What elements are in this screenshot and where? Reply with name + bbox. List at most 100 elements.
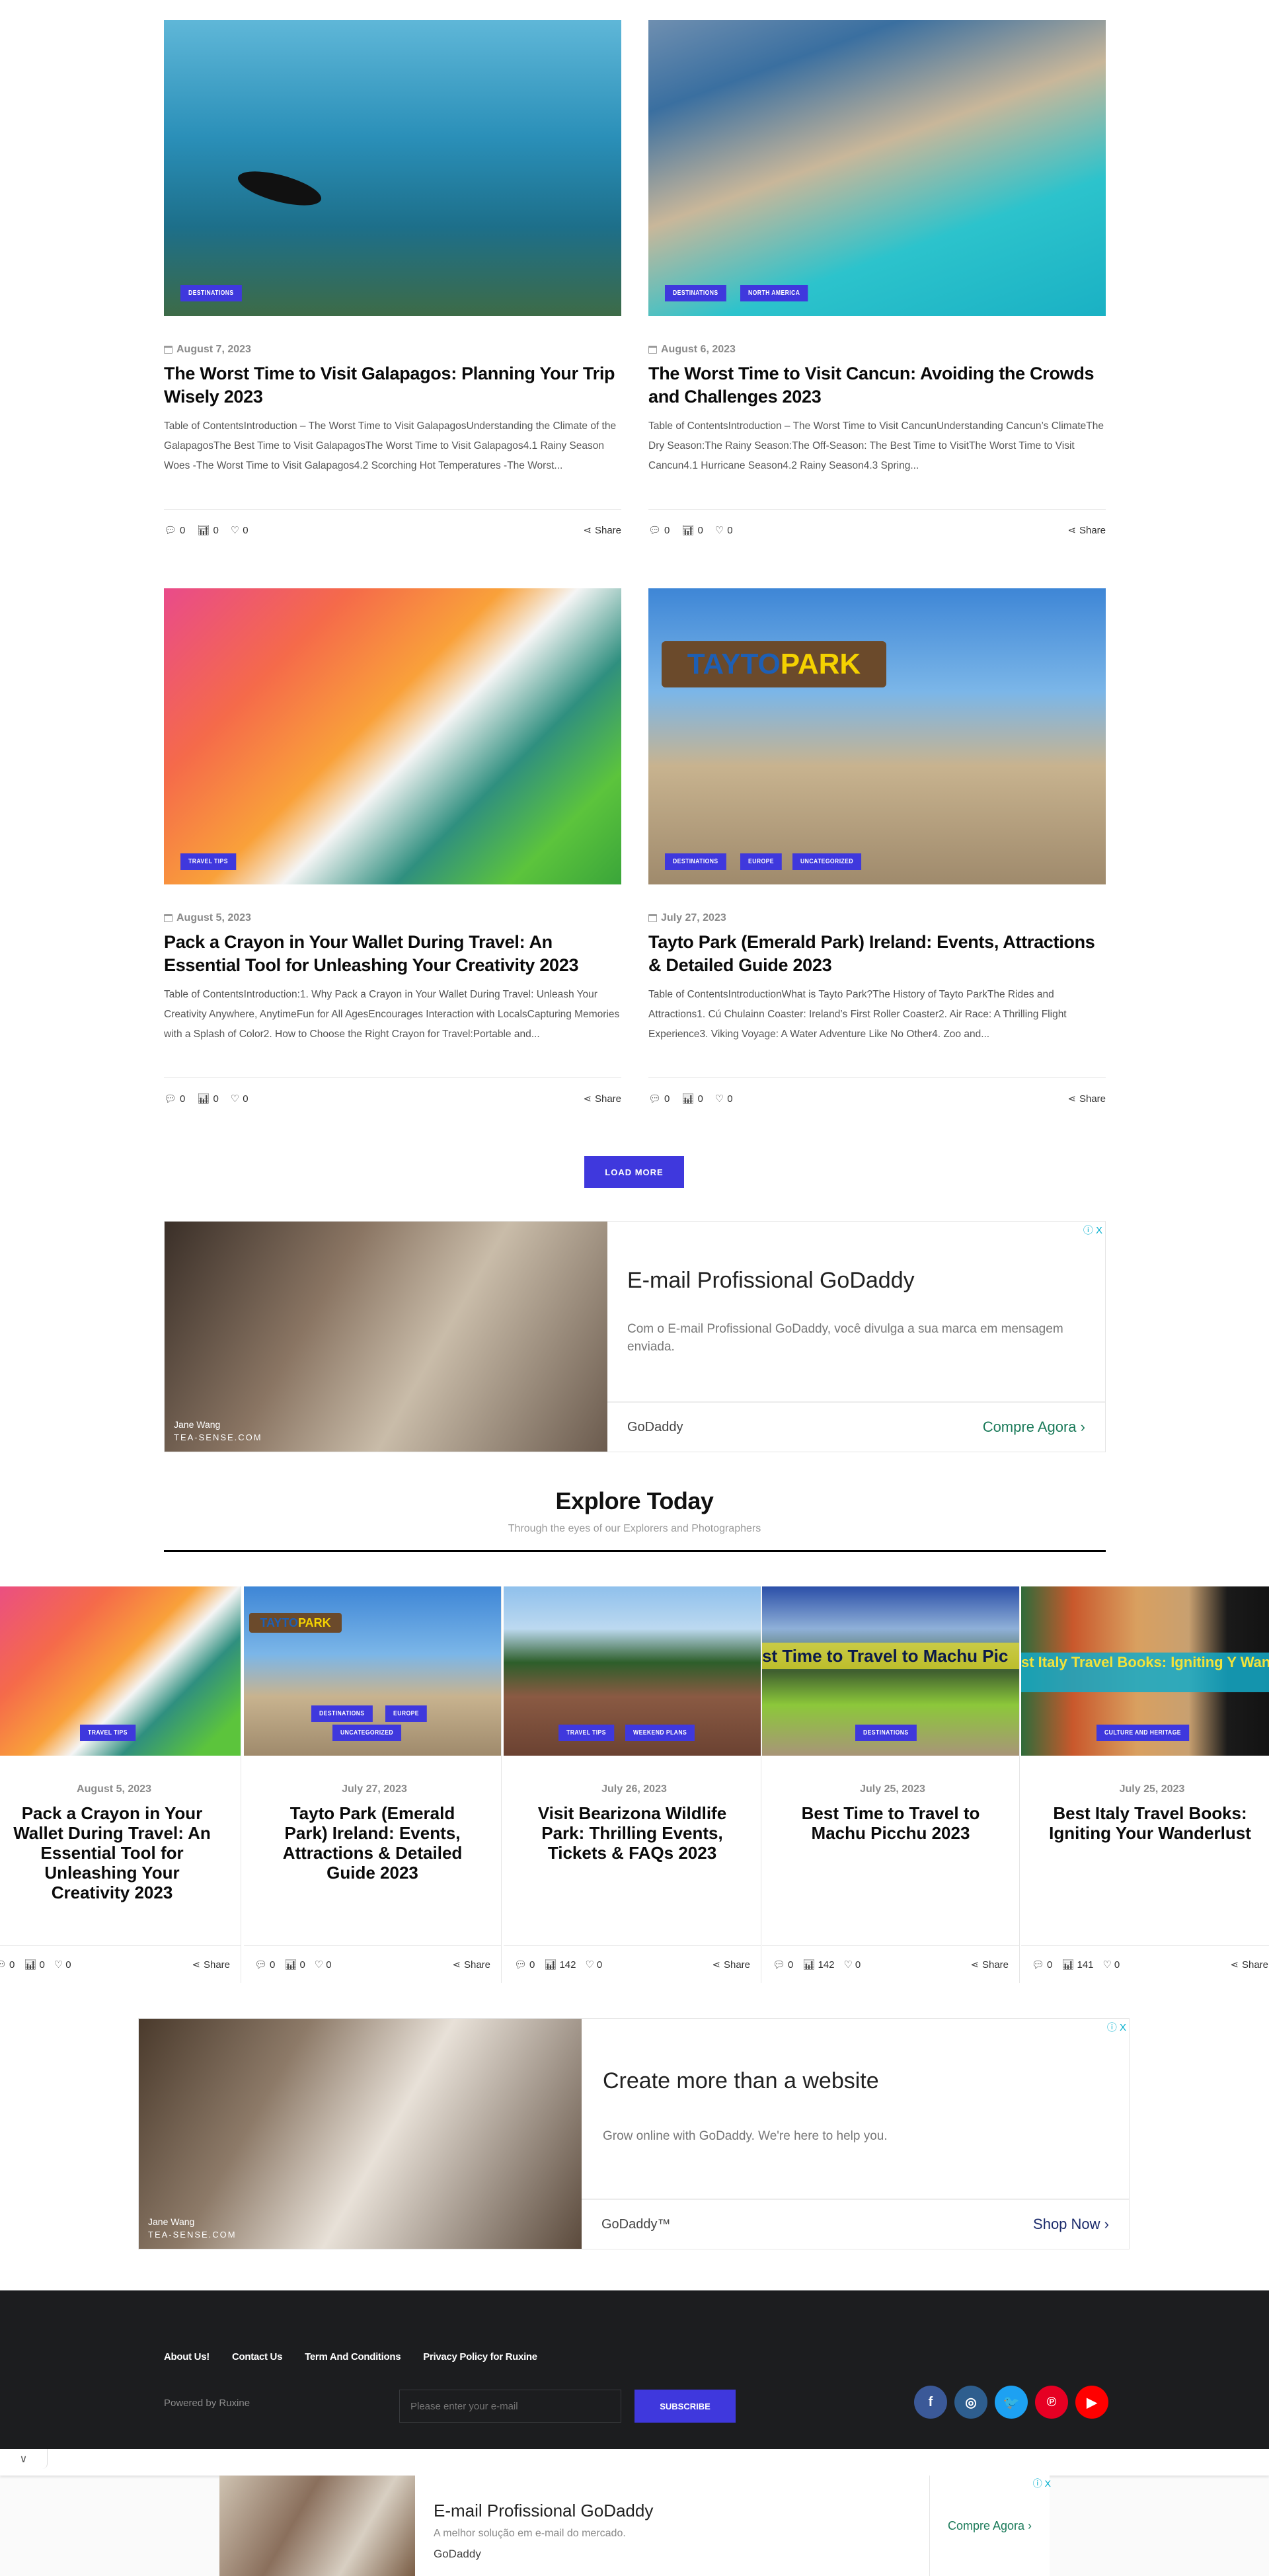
- post-thumbnail[interactable]: Destinations North America: [648, 20, 1106, 316]
- facebook-icon[interactable]: f: [914, 2386, 947, 2419]
- footer-link-contact[interactable]: Contact Us: [232, 2351, 282, 2362]
- footer-link-terms[interactable]: Term And Conditions: [305, 2351, 401, 2362]
- comments-count[interactable]: 💬︎ 0: [0, 1959, 15, 1971]
- footer-link-about[interactable]: About Us!: [164, 2351, 210, 2362]
- share-button[interactable]: ⋖ Share: [1067, 524, 1106, 537]
- comments-count[interactable]: 💬︎ 0: [648, 1093, 670, 1105]
- slide-title[interactable]: Pack a Crayon in Your Wallet During Trav…: [7, 1803, 218, 1902]
- category-badge[interactable]: Europe: [740, 853, 782, 870]
- post-title[interactable]: Pack a Crayon in Your Wallet During Trav…: [164, 931, 621, 977]
- category-badge[interactable]: Travel Tips: [79, 1725, 135, 1741]
- slide-card[interactable]: st Italy Travel Books: Igniting Y Wander…: [1021, 1586, 1269, 1983]
- heart-icon: ♡: [1102, 1959, 1112, 1971]
- adchoices-icon[interactable]: ⓘ X: [1107, 2020, 1126, 2034]
- category-badge[interactable]: Travel Tips: [180, 853, 236, 870]
- slide-thumbnail[interactable]: Travel Tips Weekend Plans: [504, 1586, 761, 1756]
- comments-count[interactable]: 💬︎ 0: [1032, 1959, 1052, 1971]
- post-card[interactable]: Travel Tips August 5, 2023 Pack a Crayon…: [164, 588, 621, 1105]
- share-button[interactable]: ⋖ Share: [970, 1959, 1009, 1971]
- post-thumbnail[interactable]: Destinations: [164, 20, 621, 316]
- comments-count[interactable]: 💬︎ 0: [254, 1959, 275, 1971]
- ad-banner[interactable]: Jane Wang TEA-SENSE.COM ⓘ X Create more …: [138, 2018, 1130, 2249]
- instagram-icon[interactable]: ◎: [954, 2386, 987, 2419]
- post-title[interactable]: The Worst Time to Visit Cancun: Avoiding…: [648, 362, 1106, 409]
- adchoices-icon[interactable]: ⓘ X: [1083, 1223, 1102, 1237]
- category-badge[interactable]: Destinations: [855, 1725, 917, 1741]
- youtube-icon[interactable]: ▶: [1075, 2386, 1108, 2419]
- load-more-button[interactable]: LOAD MORE: [584, 1156, 684, 1188]
- likes-count[interactable]: ♡ 0: [315, 1959, 332, 1971]
- likes-count[interactable]: ♡ 0: [843, 1959, 861, 1971]
- ad-banner[interactable]: Jane Wang TEA-SENSE.COM ⓘ X E-mail Profi…: [164, 1221, 1106, 1452]
- share-button[interactable]: ⋖ Share: [712, 1959, 750, 1971]
- newsletter-email-input[interactable]: [399, 2390, 621, 2423]
- likes-count[interactable]: ♡ 0: [715, 524, 733, 537]
- comments-count[interactable]: 💬︎ 0: [514, 1959, 535, 1971]
- post-card[interactable]: Destinations North America August 6, 202…: [648, 20, 1106, 536]
- likes-count[interactable]: ♡ 0: [231, 524, 249, 537]
- slide-thumbnail[interactable]: TAYTO PARK Destinations Europe Uncategori…: [244, 1586, 501, 1756]
- site-footer: About Us! Contact Us Term And Conditions…: [0, 2290, 1269, 2456]
- slide-card[interactable]: Travel Tips August 5, 2023 Pack a Crayon…: [0, 1586, 241, 1983]
- category-badge[interactable]: Travel Tips: [558, 1725, 614, 1741]
- collapse-toggle-button[interactable]: ∨: [0, 2449, 48, 2469]
- ad-cta-button[interactable]: Compre Agora ›: [983, 1419, 1085, 1436]
- slide-thumbnail[interactable]: st Italy Travel Books: Igniting Y Wander…: [1021, 1586, 1269, 1756]
- ad-headline[interactable]: Create more than a website: [603, 2068, 1108, 2094]
- subscribe-button[interactable]: SUBSCRIBE: [634, 2390, 736, 2423]
- category-badge[interactable]: North America: [740, 285, 808, 301]
- likes-count[interactable]: ♡ 0: [715, 1093, 733, 1105]
- twitter-icon[interactable]: 🐦: [995, 2386, 1028, 2419]
- post-card[interactable]: TAYTO PARK Destinations Europe Uncategori…: [648, 588, 1106, 1105]
- likes-count[interactable]: ♡ 0: [585, 1959, 602, 1971]
- pinterest-icon[interactable]: ℗: [1035, 2386, 1068, 2419]
- slide-title[interactable]: Best Time to Travel to Machu Picchu 2023: [785, 1803, 997, 1843]
- ad-image[interactable]: Jane Wang TEA-SENSE.COM: [165, 1222, 607, 1452]
- comments-count[interactable]: 💬︎ 0: [773, 1959, 793, 1971]
- slide-title[interactable]: Visit Bearizona Wildlife Park: Thrilling…: [527, 1803, 738, 1863]
- category-badge[interactable]: Europe: [385, 1705, 427, 1722]
- category-badge[interactable]: Destinations: [665, 853, 726, 870]
- category-badge[interactable]: Uncategorized: [792, 853, 861, 870]
- slide-card[interactable]: TAYTO PARK Destinations Europe Uncategori…: [244, 1586, 502, 1983]
- ad-cta-button[interactable]: Shop Now ›: [1033, 2216, 1109, 2233]
- ad-image[interactable]: Jane Wang TEA-SENSE.COM: [139, 2019, 582, 2249]
- explore-slider[interactable]: Travel Tips August 5, 2023 Pack a Crayon…: [0, 1586, 1269, 1983]
- ad-headline[interactable]: E-mail Profissional GoDaddy: [627, 1268, 1085, 1294]
- comments-count[interactable]: 💬︎ 0: [164, 524, 185, 537]
- post-thumbnail[interactable]: TAYTO PARK Destinations Europe Uncategori…: [648, 588, 1106, 884]
- share-button[interactable]: ⋖ Share: [583, 524, 621, 537]
- share-button[interactable]: ⋖ Share: [452, 1959, 490, 1971]
- category-badge[interactable]: Culture and Heritage: [1096, 1725, 1189, 1741]
- slide-thumbnail[interactable]: st Time to Travel to Machu Pic Destinati…: [762, 1586, 1019, 1756]
- slide-thumbnail[interactable]: Travel Tips: [0, 1586, 241, 1756]
- comments-count[interactable]: 💬︎ 0: [648, 524, 670, 537]
- post-thumbnail[interactable]: Travel Tips: [164, 588, 621, 884]
- category-badge[interactable]: Destinations: [665, 285, 726, 301]
- slide-title[interactable]: Tayto Park (Emerald Park) Ireland: Event…: [267, 1803, 479, 1883]
- adchoices-icon[interactable]: ⓘ X: [1033, 2477, 1051, 2490]
- slide-title[interactable]: Best Italy Travel Books: Igniting Your W…: [1044, 1803, 1256, 1843]
- slide-card[interactable]: st Time to Travel to Machu Pic Destinati…: [762, 1586, 1020, 1983]
- comments-count[interactable]: 💬︎ 0: [164, 1093, 185, 1105]
- ad-image[interactable]: [219, 2476, 415, 2576]
- post-card[interactable]: Destinations August 7, 2023 The Worst Ti…: [164, 20, 621, 536]
- post-title[interactable]: Tayto Park (Emerald Park) Ireland: Event…: [648, 931, 1106, 977]
- likes-count[interactable]: ♡ 0: [54, 1959, 71, 1971]
- post-title[interactable]: The Worst Time to Visit Galapagos: Plann…: [164, 362, 621, 409]
- share-button[interactable]: ⋖ Share: [583, 1093, 621, 1105]
- ad-cta-button[interactable]: Compre Agora ›: [929, 2476, 1050, 2576]
- share-button[interactable]: ⋖ Share: [192, 1959, 230, 1971]
- likes-count[interactable]: ♡ 0: [1102, 1959, 1120, 1971]
- category-badge[interactable]: Destinations: [311, 1705, 373, 1722]
- ad-headline[interactable]: E-mail Profissional GoDaddy: [434, 2501, 911, 2521]
- share-button[interactable]: ⋖ Share: [1067, 1093, 1106, 1105]
- share-button[interactable]: ⋖ Share: [1230, 1959, 1268, 1971]
- category-badge[interactable]: Destinations: [180, 285, 242, 301]
- slide-card[interactable]: Travel Tips Weekend Plans July 26, 2023 …: [504, 1586, 761, 1983]
- category-badge[interactable]: Weekend Plans: [625, 1725, 695, 1741]
- category-badge[interactable]: Uncategorized: [332, 1725, 402, 1741]
- footer-link-privacy[interactable]: Privacy Policy for Ruxine: [423, 2351, 537, 2362]
- sticky-ad[interactable]: E-mail Profissional GoDaddy A melhor sol…: [219, 2476, 1051, 2576]
- likes-count[interactable]: ♡ 0: [231, 1093, 249, 1105]
